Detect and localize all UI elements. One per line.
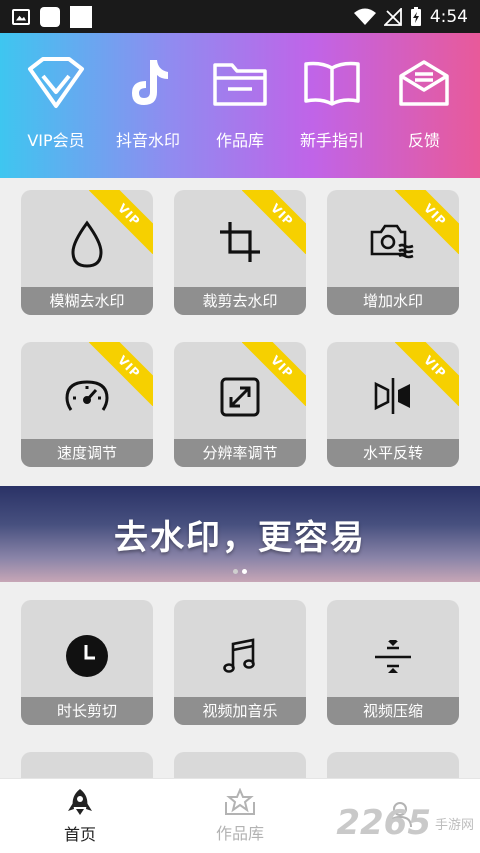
tab-works-library[interactable]: 作品库 [160, 779, 320, 853]
notification-icon [70, 5, 92, 28]
promo-banner[interactable]: 去水印，更容易 [0, 486, 480, 582]
gallery-notification-icon [12, 8, 30, 25]
bottom-tab-bar: 首页 作品库 2265 手游网 [0, 778, 480, 853]
drop-icon [21, 220, 153, 270]
crop-remove-watermark-tile[interactable]: VIP 裁剪去水印 [174, 190, 306, 315]
no-signal-icon [383, 7, 402, 26]
blur-remove-watermark-tile[interactable]: VIP 模糊去水印 [21, 190, 153, 315]
beginner-guide-button[interactable]: 新手指引 [286, 53, 378, 178]
tab-home[interactable]: 首页 [0, 779, 160, 853]
tile-label: 模糊去水印 [21, 287, 153, 315]
vip-member-label: VIP会员 [27, 131, 85, 150]
star-box-icon [225, 788, 255, 815]
tools-row-2: VIP 速度调节 VIP 分辨率调节 VIP 水平反转 [0, 342, 480, 467]
watermark-number: 2265 [336, 803, 431, 843]
crop-icon [174, 220, 306, 264]
site-watermark: 2265 手游网 [336, 803, 474, 843]
speedometer-icon [21, 378, 153, 414]
tile-label: 速度调节 [21, 439, 153, 467]
mail-icon [394, 53, 454, 113]
diamond-icon [26, 53, 86, 113]
tile-label: 增加水印 [327, 287, 459, 315]
tile-label: 视频压缩 [327, 697, 459, 725]
works-library-label: 作品库 [215, 131, 264, 150]
duration-cut-tile[interactable]: 时长剪切 [21, 600, 153, 725]
douyin-watermark-button[interactable]: 抖音水印 [102, 53, 194, 178]
music-note-icon [174, 638, 306, 674]
flip-horizontal-icon [327, 376, 459, 416]
tile-label: 视频加音乐 [174, 697, 306, 725]
clock-icon [21, 634, 153, 678]
header-shortcuts: VIP会员 抖音水印 作品库 新手指引 反馈 [0, 33, 480, 178]
battery-charging-icon [410, 6, 421, 26]
notification-icon [40, 6, 60, 27]
camera-wave-icon [327, 220, 459, 262]
feedback-label: 反馈 [407, 131, 440, 150]
expand-icon [174, 376, 306, 418]
tile-label: 时长剪切 [21, 697, 153, 725]
tile-label: 裁剪去水印 [174, 287, 306, 315]
tiktok-icon [118, 53, 178, 113]
carousel-indicator [0, 569, 480, 574]
book-icon [302, 53, 362, 113]
resolution-adjust-tile[interactable]: VIP 分辨率调节 [174, 342, 306, 467]
add-music-tile[interactable]: 视频加音乐 [174, 600, 306, 725]
tab-works-library-label: 作品库 [215, 824, 264, 843]
douyin-watermark-label: 抖音水印 [115, 131, 180, 150]
add-watermark-tile[interactable]: VIP 增加水印 [327, 190, 459, 315]
tools-row-1: VIP 模糊去水印 VIP 裁剪去水印 VIP 增加水印 [0, 190, 480, 315]
video-compress-tile[interactable]: 视频压缩 [327, 600, 459, 725]
works-library-button[interactable]: 作品库 [194, 53, 286, 178]
tile-label: 分辨率调节 [174, 439, 306, 467]
status-bar: 4:54 [0, 0, 480, 33]
horizontal-flip-tile[interactable]: VIP 水平反转 [327, 342, 459, 467]
rocket-icon [68, 789, 92, 815]
compress-icon [327, 638, 459, 676]
carousel-dot [233, 569, 238, 574]
vip-member-button[interactable]: VIP会员 [10, 53, 102, 178]
tile-label: 水平反转 [327, 439, 459, 467]
feedback-button[interactable]: 反馈 [378, 53, 470, 178]
tab-home-label: 首页 [63, 825, 96, 844]
clock-time: 4:54 [429, 6, 468, 27]
folder-icon [210, 53, 270, 113]
tools-row-3: 时长剪切 视频加音乐 视频压缩 [0, 600, 480, 725]
banner-text: 去水印，更容易 [114, 518, 366, 558]
speed-adjust-tile[interactable]: VIP 速度调节 [21, 342, 153, 467]
carousel-dot-active [242, 569, 247, 574]
wifi-icon [353, 8, 376, 25]
beginner-guide-label: 新手指引 [299, 131, 364, 150]
watermark-text: 手游网 [434, 817, 474, 833]
